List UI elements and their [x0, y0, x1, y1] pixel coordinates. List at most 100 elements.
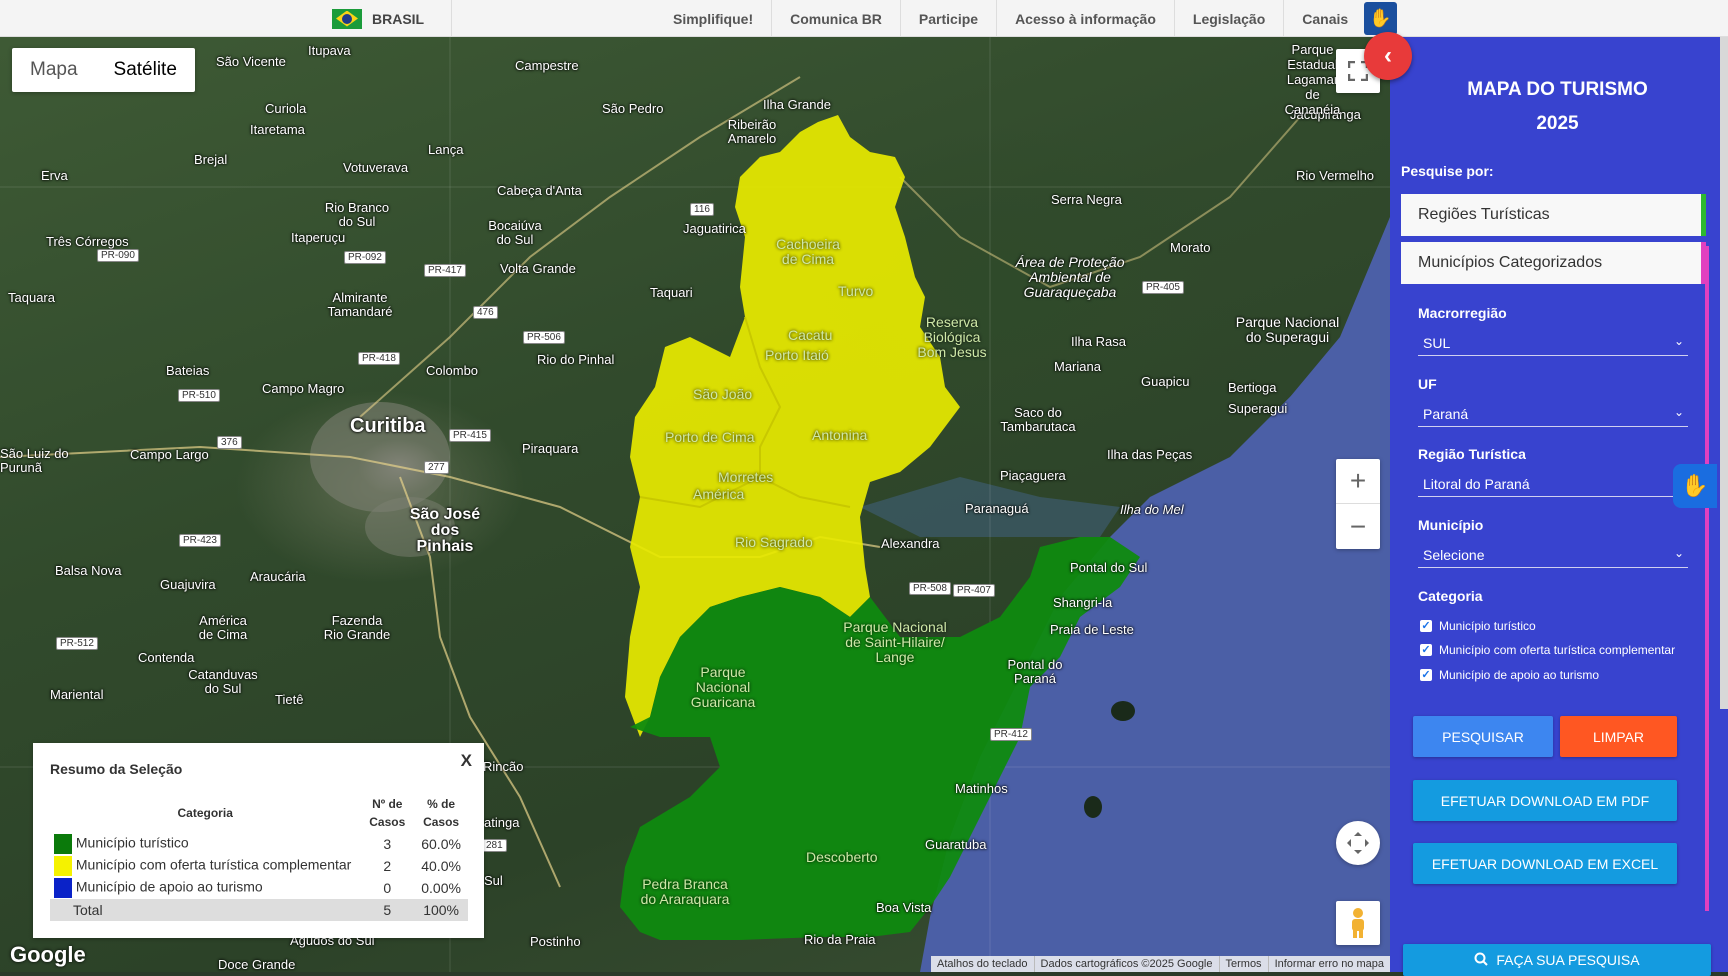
street-view-pegman-icon[interactable]: [1336, 901, 1380, 945]
checkbox-label: Município turístico: [1439, 619, 1536, 633]
accordion-municipios-categorizados[interactable]: Municípios Categorizados: [1401, 242, 1706, 284]
road-shield: PR-506: [523, 331, 565, 344]
chevron-down-icon: ⌄: [1673, 405, 1684, 419]
map-label: Postinho: [530, 934, 581, 949]
link-canais[interactable]: Canais: [1283, 0, 1366, 37]
attribution-shortcuts[interactable]: Atalhos do teclado: [931, 956, 1034, 972]
header-count: Nº de Casos: [369, 797, 406, 829]
checkbox-checked-icon[interactable]: ✓: [1420, 644, 1432, 656]
camera-control-icon[interactable]: [1336, 821, 1380, 865]
island: [1084, 796, 1102, 818]
link-acesso-informacao[interactable]: Acesso à informação: [996, 0, 1174, 37]
uf-select[interactable]: Paraná ⌄: [1418, 401, 1688, 427]
link-comunica-br[interactable]: Comunica BR: [771, 0, 900, 37]
summary-close-button[interactable]: X: [461, 751, 472, 771]
row-pct: 0.00%: [421, 880, 461, 896]
gov-links: Simplifique! Comunica BR Participe Acess…: [655, 0, 1366, 37]
map-label: Ribeirão Amarelo: [727, 117, 777, 146]
map-label: Guapicu: [1141, 374, 1190, 389]
zone-label: Cacatu: [788, 327, 833, 343]
vlibras-hand-icon[interactable]: ✋: [1364, 2, 1397, 35]
attribution-terms[interactable]: Termos: [1218, 956, 1268, 972]
map-label: América de Cima: [198, 613, 248, 642]
link-simplifique[interactable]: Simplifique!: [655, 0, 771, 37]
legend-swatch: [54, 834, 72, 854]
map-label: Ilha das Peças: [1107, 447, 1193, 462]
road-shield: PR-417: [424, 264, 466, 277]
link-legislacao[interactable]: Legislação: [1173, 0, 1283, 37]
municipio-value: Selecione: [1423, 546, 1485, 563]
map-label-city: São José dos Pinhais: [409, 506, 481, 555]
attribution-data: Dados cartográficos ©2025 Google: [1033, 956, 1219, 972]
regiao-turistica-field[interactable]: Litoral do Paraná: [1418, 471, 1688, 497]
attribution-report[interactable]: Informar erro no mapa: [1267, 956, 1390, 972]
map-label: Boa Vista: [876, 900, 932, 915]
zone-label: Parque Nacional Guaricana: [690, 664, 756, 710]
map-label: Praia de Leste: [1050, 622, 1134, 637]
map-label: São Vicente: [216, 54, 286, 69]
faca-sua-pesquisa-button[interactable]: FAÇA SUA PESQUISA: [1403, 944, 1711, 976]
download-pdf-button[interactable]: EFETUAR DOWNLOAD EM PDF: [1413, 780, 1677, 821]
road-shield: PR-407: [953, 584, 995, 597]
map-type-satelite[interactable]: Satélite: [96, 48, 195, 92]
municipio-label: Município: [1418, 517, 1484, 533]
map-label: Fazenda Rio Grande: [323, 613, 391, 642]
map-label: Piaçaguera: [1000, 468, 1066, 483]
checkbox-apoio-turismo[interactable]: ✓ Município de apoio ao turismo: [1420, 668, 1599, 682]
macrorregiao-label: Macrorregião: [1418, 305, 1507, 321]
zone-label: Antonina: [812, 427, 868, 443]
summary-table: Categoria Nº de Casos % de Casos Municíp…: [50, 793, 468, 921]
pesquisar-button[interactable]: PESQUISAR: [1413, 716, 1553, 757]
map-label: Itupava: [308, 43, 351, 58]
map-type-mapa[interactable]: Mapa: [12, 48, 96, 92]
header-pct: % de Casos: [423, 797, 460, 829]
zone-label: Pedra Branca do Araraquara: [640, 876, 730, 907]
map-label: Guaratuba: [925, 837, 987, 852]
road-shield: PR-415: [449, 429, 491, 442]
row-label: Município de apoio ao turismo: [75, 878, 263, 895]
header-category: Categoria: [177, 806, 233, 820]
checkbox-checked-icon[interactable]: ✓: [1420, 620, 1432, 632]
regiao-turistica-label: Região Turística: [1418, 446, 1526, 462]
zone-label: Porto de Cima: [665, 429, 755, 445]
zoom-out-icon[interactable]: −: [1336, 504, 1380, 549]
brazil-flag-icon: [332, 8, 362, 29]
map-label: Serra Negra: [1051, 192, 1122, 207]
map-label: Rio do Pinhal: [537, 352, 615, 367]
road-shield: PR-418: [358, 352, 400, 365]
checkbox-municipio-turistico[interactable]: ✓ Município turístico: [1420, 619, 1536, 633]
macrorregiao-select[interactable]: SUL ⌄: [1418, 330, 1688, 356]
map-label: atinga: [484, 815, 520, 830]
macrorregiao-value: SUL: [1423, 334, 1451, 351]
map-label: Shangri-la: [1053, 595, 1113, 610]
road-shield: 281: [482, 839, 507, 852]
checkbox-oferta-complementar[interactable]: ✓ Município com oferta turística complem…: [1420, 643, 1675, 657]
vlibras-side-hand-icon[interactable]: ✋: [1673, 464, 1717, 508]
map-label: Volta Grande: [500, 261, 576, 276]
zone-label: Parque Nacional de Saint-Hilaire/ Lange: [843, 619, 947, 665]
map-label: Pontal do Paraná: [1007, 657, 1063, 686]
accordion-regioes-turisticas[interactable]: Regiões Turísticas: [1401, 194, 1706, 236]
download-excel-button[interactable]: EFETUAR DOWNLOAD EM EXCEL: [1413, 843, 1677, 884]
road-shield: 476: [473, 306, 498, 319]
map-label: Cabeça d'Anta: [497, 183, 582, 198]
map-label: Guajuvira: [160, 577, 216, 592]
map-label: Área de Proteção Ambiental de Guaraqueça…: [1015, 254, 1125, 300]
municipio-select[interactable]: Selecione ⌄: [1418, 542, 1688, 568]
gov-brand[interactable]: BRASIL: [332, 0, 452, 37]
uf-value: Paraná: [1423, 405, 1469, 422]
map-label: Saco do Tambarutaca: [1000, 405, 1076, 434]
link-participe[interactable]: Participe: [899, 0, 996, 37]
google-logo: Google: [10, 942, 86, 967]
checkbox-checked-icon[interactable]: ✓: [1420, 669, 1432, 681]
map-label: Matinhos: [955, 781, 1008, 796]
map-type-control: Mapa Satélite: [12, 48, 195, 92]
map-label: Itaperuçu: [291, 230, 346, 245]
road-shield: PR-412: [990, 728, 1032, 741]
zoom-in-icon[interactable]: +: [1336, 459, 1380, 504]
map-label-city: Curitiba: [350, 415, 426, 437]
zone-label: América: [693, 486, 745, 502]
limpar-button[interactable]: LIMPAR: [1560, 716, 1677, 757]
zone-label: Cachoeira de Cima: [776, 236, 840, 267]
collapse-panel-button[interactable]: ‹: [1364, 32, 1412, 80]
